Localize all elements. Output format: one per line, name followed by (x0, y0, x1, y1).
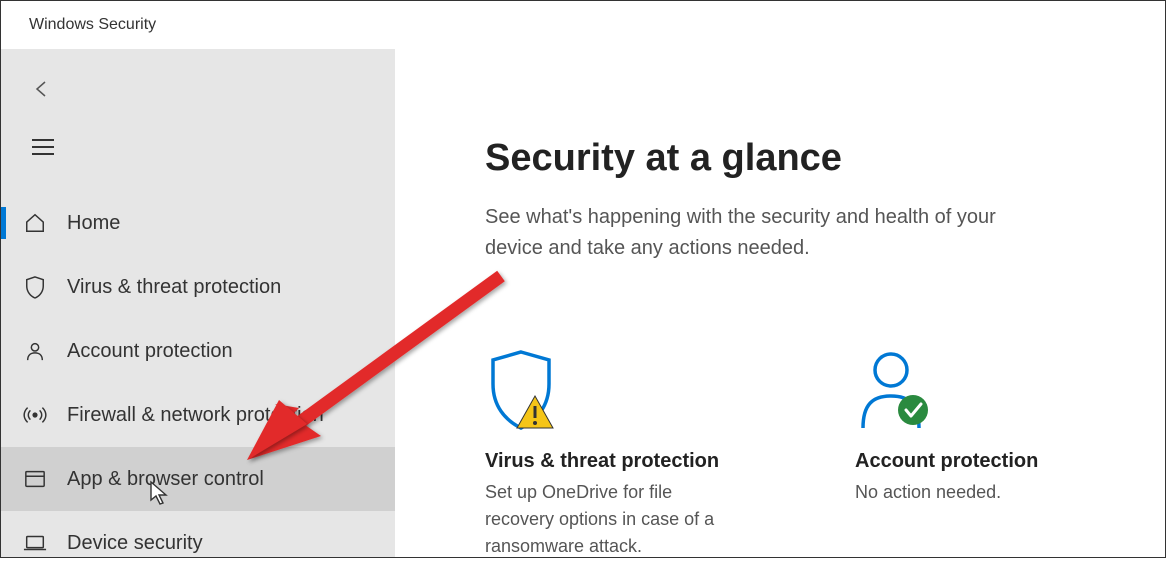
person-ok-icon (855, 344, 1115, 434)
sidebar-item-label: Home (67, 212, 120, 235)
window-icon (23, 467, 47, 491)
sidebar-item-firewall[interactable]: Firewall & network protection (1, 383, 395, 447)
window-title: Windows Security (29, 16, 156, 34)
sidebar-item-app-browser[interactable]: App & browser control (1, 447, 395, 511)
tiles-row: Virus & threat protection Set up OneDriv… (485, 344, 1115, 560)
broadcast-icon (23, 403, 47, 427)
sidebar: Home Virus & threat protection Accoun (1, 49, 395, 557)
sidebar-item-label: Virus & threat protection (67, 276, 281, 299)
person-icon (23, 339, 47, 363)
page-subtitle: See what's happening with the security a… (485, 202, 1045, 264)
hamburger-icon (32, 138, 54, 156)
back-button[interactable] (23, 69, 63, 109)
page-title: Security at a glance (485, 137, 1115, 180)
laptop-icon (23, 531, 47, 555)
main-content: Security at a glance See what's happenin… (395, 49, 1165, 557)
tile-virus-protection[interactable]: Virus & threat protection Set up OneDriv… (485, 344, 745, 560)
tile-title: Virus & threat protection (485, 450, 745, 473)
sidebar-item-label: Firewall & network protection (67, 404, 324, 427)
tile-account-protection[interactable]: Account protection No action needed. (855, 344, 1115, 560)
tile-desc: Set up OneDrive for file recovery option… (485, 479, 745, 560)
back-arrow-icon (31, 77, 55, 101)
sidebar-item-account[interactable]: Account protection (1, 319, 395, 383)
tile-desc: No action needed. (855, 479, 1115, 506)
hamburger-button[interactable] (23, 127, 63, 167)
sidebar-item-label: App & browser control (67, 468, 264, 491)
sidebar-item-label: Device security (67, 532, 203, 555)
shield-warning-icon (485, 344, 745, 434)
sidebar-item-virus[interactable]: Virus & threat protection (1, 255, 395, 319)
nav-list: Home Virus & threat protection Accoun (1, 191, 395, 575)
sidebar-item-home[interactable]: Home (1, 191, 395, 255)
titlebar: Windows Security (1, 1, 1165, 49)
home-icon (23, 211, 47, 235)
sidebar-item-device[interactable]: Device security (1, 511, 395, 575)
sidebar-item-label: Account protection (67, 340, 233, 363)
tile-title: Account protection (855, 450, 1115, 473)
shield-icon (23, 275, 47, 299)
